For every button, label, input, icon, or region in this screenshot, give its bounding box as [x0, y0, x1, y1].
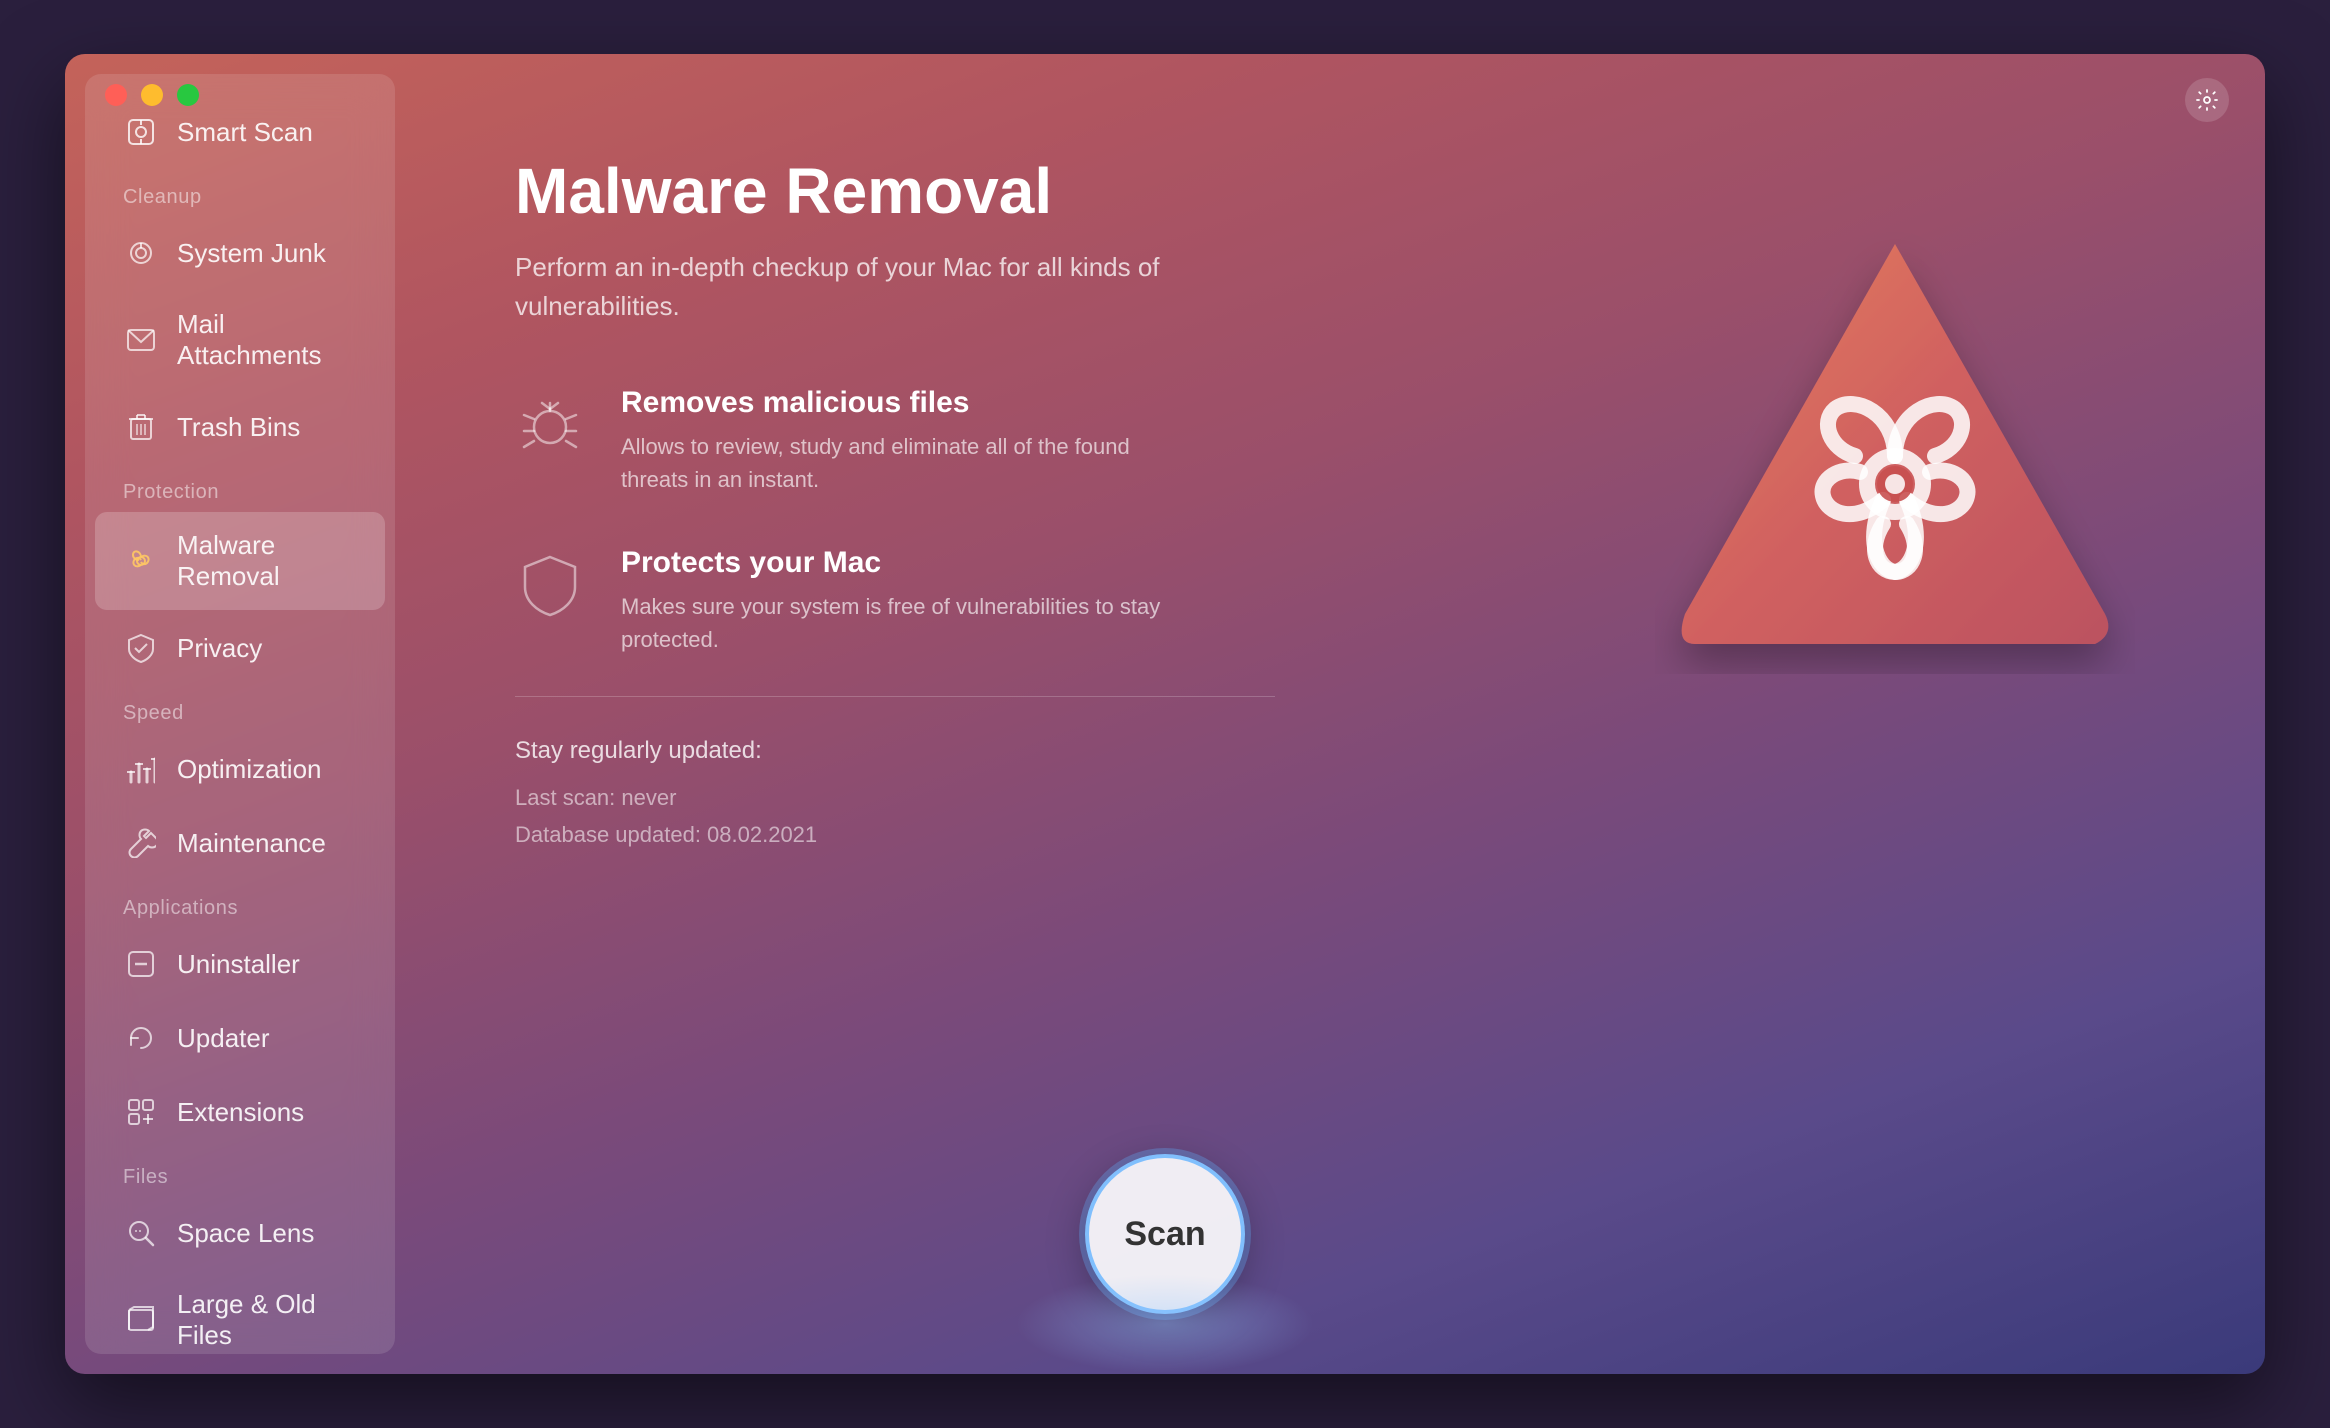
smart-scan-icon [123, 114, 159, 150]
page-subtitle: Perform an in-depth checkup of your Mac … [515, 248, 1195, 326]
maximize-button[interactable] [177, 84, 199, 106]
features-list: Removes malicious files Allows to review… [515, 386, 1275, 656]
sidebar-item-space-lens[interactable]: Space Lens [95, 1197, 385, 1269]
feature-removes-desc: Allows to review, study and eliminate al… [621, 430, 1181, 496]
bug-icon [515, 390, 585, 460]
optimization-icon [123, 751, 159, 787]
last-scan-label: Last scan: never [515, 779, 2185, 816]
files-section-label: Files [85, 1150, 395, 1195]
sidebar-item-maintenance[interactable]: Maintenance [95, 807, 385, 879]
content-divider [515, 696, 1275, 697]
app-window: Smart Scan Cleanup System Junk Mail A [65, 54, 2265, 1374]
sidebar-item-trash-bins[interactable]: Trash Bins [95, 391, 385, 463]
feature-removes-text: Removes malicious files Allows to review… [621, 386, 1181, 496]
sidebar-item-uninstaller[interactable]: Uninstaller [95, 928, 385, 1000]
sidebar-item-large-old-files[interactable]: Large & Old Files [95, 1271, 385, 1354]
sidebar-item-mail-attachments[interactable]: Mail Attachments [95, 291, 385, 389]
sidebar-item-optimization[interactable]: Optimization [95, 733, 385, 805]
close-button[interactable] [105, 84, 127, 106]
sidebar-item-updater[interactable]: Updater [95, 1002, 385, 1074]
minimize-button[interactable] [141, 84, 163, 106]
database-updated-label: Database updated: 08.02.2021 [515, 816, 2185, 853]
sidebar-item-trash-label: Trash Bins [177, 412, 300, 443]
sidebar-item-maintenance-label: Maintenance [177, 828, 326, 859]
scan-button[interactable]: Scan [1085, 1154, 1245, 1314]
feature-protects-desc: Makes sure your system is free of vulner… [621, 590, 1181, 656]
updater-icon [123, 1020, 159, 1056]
sidebar-item-optimization-label: Optimization [177, 754, 322, 785]
cleanup-section-label: Cleanup [85, 170, 395, 215]
sidebar: Smart Scan Cleanup System Junk Mail A [85, 74, 395, 1354]
sidebar-item-malware-removal[interactable]: Malware Removal [95, 512, 385, 610]
protection-section-label: Protection [85, 465, 395, 510]
biohazard-sidebar-icon [123, 543, 159, 579]
privacy-icon [123, 630, 159, 666]
sidebar-item-malware-label: Malware Removal [177, 530, 357, 592]
sidebar-item-smart-scan-label: Smart Scan [177, 117, 313, 148]
sidebar-item-mail-label: Mail Attachments [177, 309, 357, 371]
mail-icon [123, 322, 159, 358]
sidebar-item-uninstaller-label: Uninstaller [177, 949, 300, 980]
biohazard-illustration [1645, 194, 2145, 694]
system-junk-icon [123, 235, 159, 271]
update-info: Last scan: never Database updated: 08.02… [515, 779, 2185, 854]
sidebar-item-privacy[interactable]: Privacy [95, 612, 385, 684]
sidebar-item-system-junk[interactable]: System Junk [95, 217, 385, 289]
space-lens-icon [123, 1215, 159, 1251]
sidebar-item-updater-label: Updater [177, 1023, 270, 1054]
traffic-lights [105, 84, 199, 106]
uninstaller-icon [123, 946, 159, 982]
sidebar-item-large-files-label: Large & Old Files [177, 1289, 357, 1351]
maintenance-icon [123, 825, 159, 861]
sidebar-item-extensions-label: Extensions [177, 1097, 304, 1128]
sidebar-item-space-lens-label: Space Lens [177, 1218, 314, 1249]
settings-button[interactable] [2185, 78, 2229, 122]
feature-removes-malicious: Removes malicious files Allows to review… [515, 386, 1275, 496]
sidebar-item-extensions[interactable]: Extensions [95, 1076, 385, 1148]
feature-removes-title: Removes malicious files [621, 386, 1181, 420]
sidebar-item-system-junk-label: System Junk [177, 238, 326, 269]
update-section-title: Stay regularly updated: [515, 737, 2185, 765]
feature-protects-mac: Protects your Mac Makes sure your system… [515, 546, 1275, 656]
speed-section-label: Speed [85, 686, 395, 731]
sidebar-item-smart-scan[interactable]: Smart Scan [95, 96, 385, 168]
scan-button-container: Scan [1085, 1154, 1245, 1314]
extensions-icon [123, 1094, 159, 1130]
shield-icon [515, 550, 585, 620]
feature-protects-text: Protects your Mac Makes sure your system… [621, 546, 1181, 656]
applications-section-label: Applications [85, 881, 395, 926]
trash-icon [123, 409, 159, 445]
sidebar-item-privacy-label: Privacy [177, 633, 262, 664]
large-files-icon [123, 1302, 159, 1338]
feature-protects-title: Protects your Mac [621, 546, 1181, 580]
